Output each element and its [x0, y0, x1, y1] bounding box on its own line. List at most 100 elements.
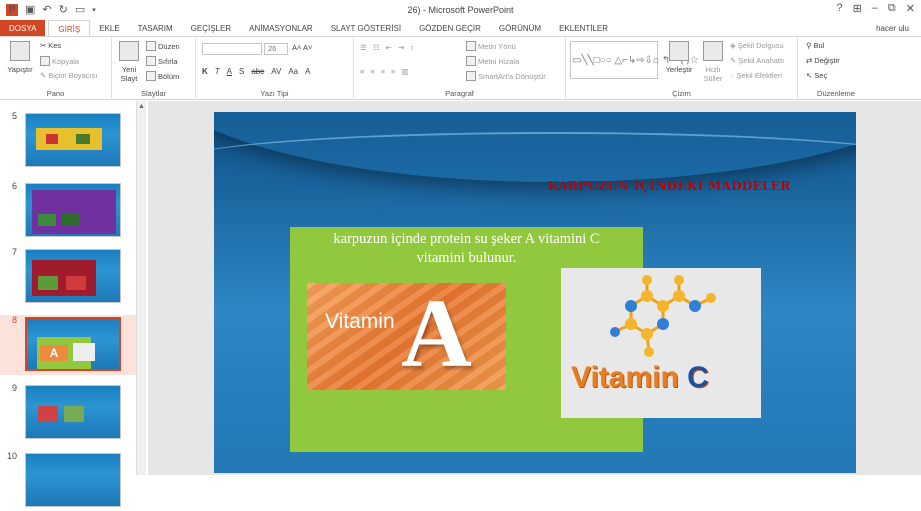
text-direction-button[interactable]: Metin Yönü — [466, 41, 516, 51]
arrange-button[interactable]: Yerleştir — [664, 41, 694, 74]
underline-button[interactable]: A — [227, 67, 232, 76]
slide-thumbnail[interactable]: 9 — [0, 383, 140, 443]
columns-icon[interactable]: ▥ — [402, 67, 409, 76]
paint-bucket-icon: ◈ — [730, 41, 736, 50]
shape-effects-button[interactable]: ◌ Şekil Efektleri — [730, 71, 782, 80]
tab-gozden-gecir[interactable]: GÖZDEN GEÇİR — [410, 20, 490, 37]
user-name[interactable]: hacer ulu — [876, 24, 909, 33]
layout-icon — [146, 41, 156, 51]
reset-button[interactable]: Sıfırla — [146, 56, 178, 66]
slide-title[interactable]: KARPUZUN İÇİNDEKİ MADDELER — [548, 179, 791, 193]
font-size-input[interactable]: 26 — [264, 43, 288, 55]
help-icon[interactable]: ? — [836, 2, 842, 15]
slide-thumbnail-image — [25, 183, 121, 237]
shape-fill-button[interactable]: ◈ Şekil Dolgusu — [730, 41, 784, 50]
slide-thumbnail-selected[interactable]: 8 A — [0, 315, 140, 375]
arrange-icon — [669, 41, 689, 61]
align-left-icon[interactable]: ≡ — [360, 67, 364, 76]
format-painter-button[interactable]: ✎ Biçim Boyacısı — [40, 71, 97, 80]
shape-effects-label: Şekil Efektleri — [736, 71, 782, 80]
shadow-button[interactable]: S — [239, 67, 244, 76]
replace-icon: ⇄ — [806, 56, 813, 65]
slide-thumbnail[interactable]: 7 — [0, 247, 140, 307]
select-button[interactable]: ↖ Seç — [806, 71, 827, 80]
copy-icon — [40, 56, 50, 66]
bullets-icon[interactable]: ☰ — [360, 43, 367, 52]
minimize-icon[interactable]: – — [872, 2, 878, 15]
slide-thumbnail[interactable]: 10 — [0, 451, 140, 511]
numbering-icon[interactable]: ☷ — [373, 43, 380, 52]
justify-icon[interactable]: ≡ — [391, 67, 395, 76]
group-paragraf: ☰ ☷ ⇤ ⇥ ↕ ≡ ≡ ≡ ≡ ▥ Metin Yönü Metni Hiz… — [354, 37, 566, 100]
replace-button[interactable]: ⇄ Değiştir — [806, 56, 840, 65]
decrease-indent-icon[interactable]: ⇤ — [385, 43, 391, 52]
align-right-icon[interactable]: ≡ — [381, 67, 385, 76]
copy-label: Kopyala — [52, 56, 80, 66]
font-name-input[interactable] — [202, 43, 262, 55]
tab-giris[interactable]: GİRİŞ — [48, 20, 91, 37]
shapes-gallery[interactable]: ▭╲╲□○○ △⌐↳⇨⇩⌂ ↰⌒⦅ ⦆☆ — [570, 41, 699, 79]
tab-eklentiler[interactable]: EKLENTİLER — [550, 20, 617, 37]
group-label-cizim: Çizim — [672, 89, 691, 98]
slide-thumbnail[interactable]: 5 — [0, 111, 140, 171]
slide-number: 8 — [12, 315, 18, 325]
window-title: 26) - Microsoft PowerPoint — [407, 5, 514, 15]
font-color-button[interactable]: A — [305, 67, 310, 76]
clipboard-icon — [10, 41, 30, 61]
tab-dosya[interactable]: DOSYA — [0, 20, 46, 37]
char-spacing-button[interactable]: AV — [271, 67, 281, 76]
group-label-yazi-tipi: Yazı Tipi — [260, 89, 289, 98]
italic-button[interactable]: T — [215, 67, 220, 76]
window-controls: ? ⊞ – ⧉ ✕ — [836, 2, 915, 15]
align-center-icon[interactable]: ≡ — [370, 67, 374, 76]
smartart-icon — [466, 71, 476, 81]
group-duzenleme: ⚲ Bul ⇄ Değiştir ↖ Seç Düzenleme — [798, 37, 874, 100]
slide-thumbnail-panel: 5 6 7 8 A 9 10 — [0, 101, 148, 507]
vitamin-a-letter: A — [401, 283, 472, 388]
shape-fill-label: Şekil Dolgusu — [737, 41, 784, 50]
vitamin-a-image[interactable]: Vitamin A — [307, 283, 506, 390]
group-label-slaytlar: Slaytlar — [140, 89, 166, 98]
quick-styles-button[interactable]: Hızlı Stiller — [698, 41, 728, 83]
quick-styles-icon — [703, 41, 723, 61]
current-slide[interactable]: KARPUZUN İÇİNDEKİ MADDELER karpuzun için… — [214, 112, 856, 473]
line-spacing-icon[interactable]: ↕ — [410, 43, 414, 52]
align-text-button[interactable]: Metni Hizala — [466, 56, 519, 66]
slide-thumbnail-image — [25, 453, 121, 507]
vitamin-c-image[interactable]: Vitamin C — [561, 268, 761, 418]
bold-button[interactable]: K — [202, 67, 208, 76]
scroll-up-icon[interactable]: ▲ — [138, 103, 145, 110]
find-button[interactable]: ⚲ Bul — [806, 41, 824, 50]
section-label: Bölüm — [158, 71, 180, 81]
close-icon[interactable]: ✕ — [906, 2, 915, 15]
section-button[interactable]: Bölüm — [146, 71, 179, 81]
cut-button[interactable]: ✂ Kes — [40, 41, 61, 50]
restore-icon[interactable]: ⧉ — [888, 2, 896, 15]
group-yazi-tipi: 26 A˄ A˅ K T A S abc AV Aa A Yazı Tipi — [196, 37, 354, 100]
tab-slayt-gosterisi[interactable]: SLAYT GÖSTERİSİ — [322, 20, 410, 37]
new-slide-button[interactable]: Yeni Slayt — [116, 41, 142, 83]
smartart-button[interactable]: SmartArt'a Dönüştür — [466, 71, 546, 81]
tab-gorunum[interactable]: GÖRÜNÜM — [490, 20, 550, 37]
tab-ekle[interactable]: EKLE — [90, 20, 128, 37]
slide-thumbnail[interactable]: 6 — [0, 181, 140, 241]
align-text-icon — [466, 56, 476, 66]
shape-outline-button[interactable]: ✎ Şekil Anahattı — [730, 56, 784, 65]
tab-gecisler[interactable]: GEÇİŞLER — [182, 20, 240, 37]
body-text[interactable]: karpuzun içinde protein su şeker A vitam… — [290, 230, 643, 268]
paste-button[interactable]: Yapıştır — [6, 41, 34, 74]
tab-animasyonlar[interactable]: ANİMASYONLAR — [240, 20, 322, 37]
thumbnail-scrollbar[interactable]: ▲ — [136, 101, 146, 475]
copy-button[interactable]: Kopyala — [40, 56, 79, 66]
layout-button[interactable]: Düzen — [146, 41, 180, 51]
vitamin-c-letter: C — [687, 361, 709, 394]
increase-indent-icon[interactable]: ⇥ — [398, 43, 404, 52]
tab-tasarim[interactable]: TASARIM — [129, 20, 182, 37]
ribbon: Yapıştır ✂ Kes Kopyala ✎ Biçim Boyacısı Pa… — [0, 36, 921, 100]
strikethrough-button[interactable]: abc — [251, 67, 264, 76]
ribbon-display-icon[interactable]: ⊞ — [853, 2, 862, 15]
font-grow-icon[interactable]: A˄ A˅ — [292, 43, 312, 52]
slide-thumbnail-image — [25, 113, 121, 167]
change-case-button[interactable]: Aa — [288, 67, 298, 76]
slide-number: 9 — [12, 383, 18, 393]
